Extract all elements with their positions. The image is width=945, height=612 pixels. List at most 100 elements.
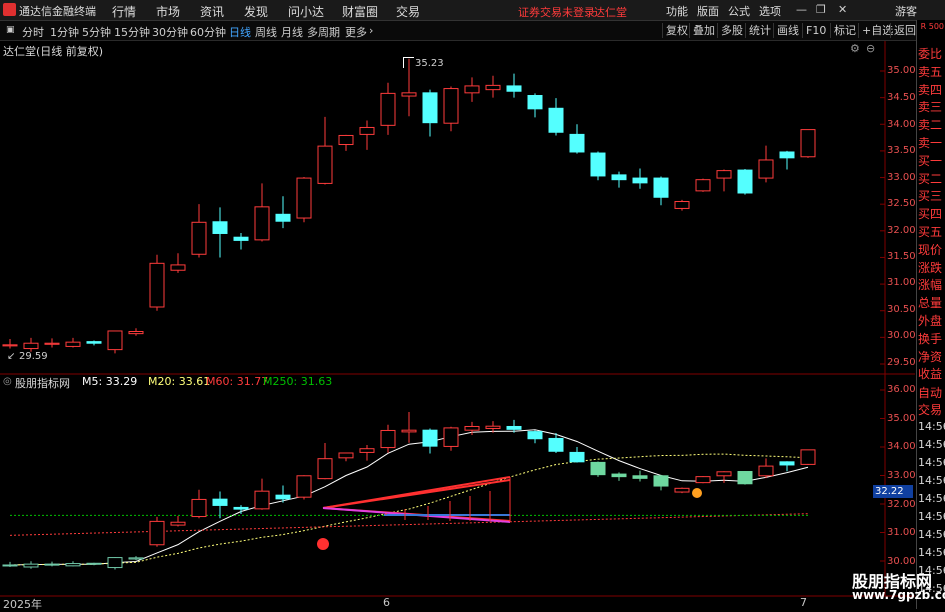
ind-candle-body [212, 498, 228, 506]
side-item-earnings[interactable]: 收益 [918, 366, 945, 383]
side-item-bid3[interactable]: 买三 [918, 188, 945, 205]
period-weekly[interactable]: 周线 [255, 24, 277, 40]
ind-candle-body [674, 487, 690, 493]
candle-body [254, 206, 270, 241]
side-item-bid1[interactable]: 买一 [918, 153, 945, 170]
ind-candle-body [380, 429, 396, 449]
ind-y-tick: 31.00 [887, 527, 916, 538]
ind-candle-body [2, 564, 18, 567]
statistics-button[interactable]: 统计 [745, 23, 774, 38]
candle-body [548, 107, 564, 133]
side-item-outer-volume[interactable]: 外盘 [918, 313, 945, 330]
period-30min[interactable]: 30分钟 [152, 24, 188, 40]
moneybag-icon[interactable] [692, 488, 702, 498]
trade-label[interactable]: 交易 [918, 402, 945, 419]
candle-body [716, 170, 732, 179]
side-item-volume[interactable]: 总量 [918, 295, 945, 312]
ind-candle-body [149, 520, 165, 546]
collapse-icon[interactable]: ⊖ [866, 42, 875, 55]
ind-candle-body [506, 425, 522, 430]
side-item-ask2[interactable]: 卖二 [918, 117, 945, 134]
menu-toggle-icon[interactable]: ▣ [6, 25, 15, 35]
main-y-axis [880, 70, 885, 365]
x-label: 6 [383, 596, 390, 609]
candle-body [443, 88, 459, 124]
indicator-dropdown-icon[interactable]: ◎ [3, 376, 12, 387]
period-60min[interactable]: 60分钟 [190, 24, 226, 40]
candle-body [65, 341, 81, 347]
ind-candle-body [170, 521, 186, 526]
restore-icon[interactable]: ❐ [816, 3, 826, 16]
ma5-line [9, 429, 809, 566]
side-item-ask1[interactable]: 卖一 [918, 135, 945, 152]
candle-body [380, 92, 396, 126]
ind-candle-body [191, 498, 207, 518]
period-15min[interactable]: 15分钟 [114, 24, 150, 40]
side-item-net-assets[interactable]: 净资 [918, 349, 945, 366]
menu-functions[interactable]: 功能 [666, 3, 688, 19]
f10-button[interactable]: F10 [802, 23, 829, 38]
close-icon[interactable]: ✕ [838, 3, 847, 16]
side-item-bid4[interactable]: 买四 [918, 206, 945, 223]
ind-y-tick: 32.00 [887, 499, 916, 510]
period-more[interactable]: 更多 [345, 24, 367, 40]
menu-formula[interactable]: 公式 [728, 3, 750, 19]
menu-discover[interactable]: 发现 [244, 3, 268, 20]
side-item-last-price[interactable]: 现价 [918, 242, 945, 259]
guest-user[interactable]: 游客 [895, 3, 917, 19]
side-item-turnover[interactable]: 换手 [918, 331, 945, 348]
menu-layout[interactable]: 版面 [697, 3, 719, 19]
ind-candle-body [779, 461, 795, 466]
login-warning[interactable]: 证券交易未登录 [518, 4, 595, 20]
ind-candle-body [653, 475, 669, 487]
adjust-button[interactable]: 复权 [662, 23, 691, 38]
y-tick: 33.00 [887, 172, 916, 183]
candle-body [401, 92, 417, 97]
side-item-ask4[interactable]: 卖四 [918, 82, 945, 99]
side-item-order-ratio[interactable]: 委比 [918, 46, 945, 63]
ind-candle-body [359, 448, 375, 453]
side-item-bid5[interactable]: 买五 [918, 224, 945, 241]
period-1min[interactable]: 1分钟 [50, 24, 79, 40]
indicator-name[interactable]: 股朋指标网 [15, 375, 70, 391]
mark-button[interactable]: 标记 [830, 23, 859, 38]
period-daily[interactable]: 日线 [229, 24, 251, 40]
period-intraday[interactable]: 分时 [22, 24, 44, 40]
minimize-icon[interactable]: — [796, 3, 807, 16]
watermark-line2: www.7gpzb.com [852, 588, 945, 602]
menu-trade[interactable]: 交易 [396, 3, 420, 20]
menu-wealth-circle[interactable]: 财富圈 [342, 3, 378, 20]
side-item-ask3[interactable]: 卖三 [918, 99, 945, 116]
settings-gear-icon[interactable]: ⚙ [850, 42, 860, 55]
candle-body [674, 201, 690, 209]
menu-news[interactable]: 资讯 [200, 3, 224, 20]
y-tick: 30.50 [887, 304, 916, 315]
chevron-right-icon[interactable]: › [369, 24, 373, 37]
period-monthly[interactable]: 月线 [281, 24, 303, 40]
y-tick: 34.50 [887, 92, 916, 103]
auto-trade-label[interactable]: 自动 [918, 385, 945, 402]
buy-signal-icon[interactable] [317, 538, 329, 550]
candle-body [359, 126, 375, 135]
period-multi[interactable]: 多周期 [307, 24, 340, 40]
multi-stock-button[interactable]: 多股 [717, 23, 746, 38]
menu-market[interactable]: 市场 [156, 3, 180, 20]
side-item-ask5[interactable]: 卖五 [918, 64, 945, 81]
overlay-button[interactable]: 叠加 [689, 23, 718, 38]
candle-body [695, 179, 711, 192]
menu-options[interactable]: 选项 [759, 3, 781, 19]
candle-body [569, 133, 585, 153]
period-5min[interactable]: 5分钟 [82, 24, 111, 40]
menu-ask[interactable]: 问小达 [288, 3, 324, 20]
time-cell: 14:56 [918, 438, 945, 451]
ma60-legend: M60: 31.77 [206, 375, 268, 388]
side-item-change[interactable]: 涨跌 [918, 260, 945, 277]
draw-button[interactable]: 画线 [773, 23, 802, 38]
ma5-legend: M5: 33.29 [82, 375, 137, 388]
side-item-bid2[interactable]: 买二 [918, 171, 945, 188]
back-button[interactable]: 返回 [890, 23, 919, 38]
menu-market-quotes[interactable]: 行情 [112, 3, 136, 20]
side-item-change-pct[interactable]: 涨幅 [918, 277, 945, 294]
chart-canvas[interactable] [0, 41, 915, 609]
y-tick: 31.50 [887, 251, 916, 262]
